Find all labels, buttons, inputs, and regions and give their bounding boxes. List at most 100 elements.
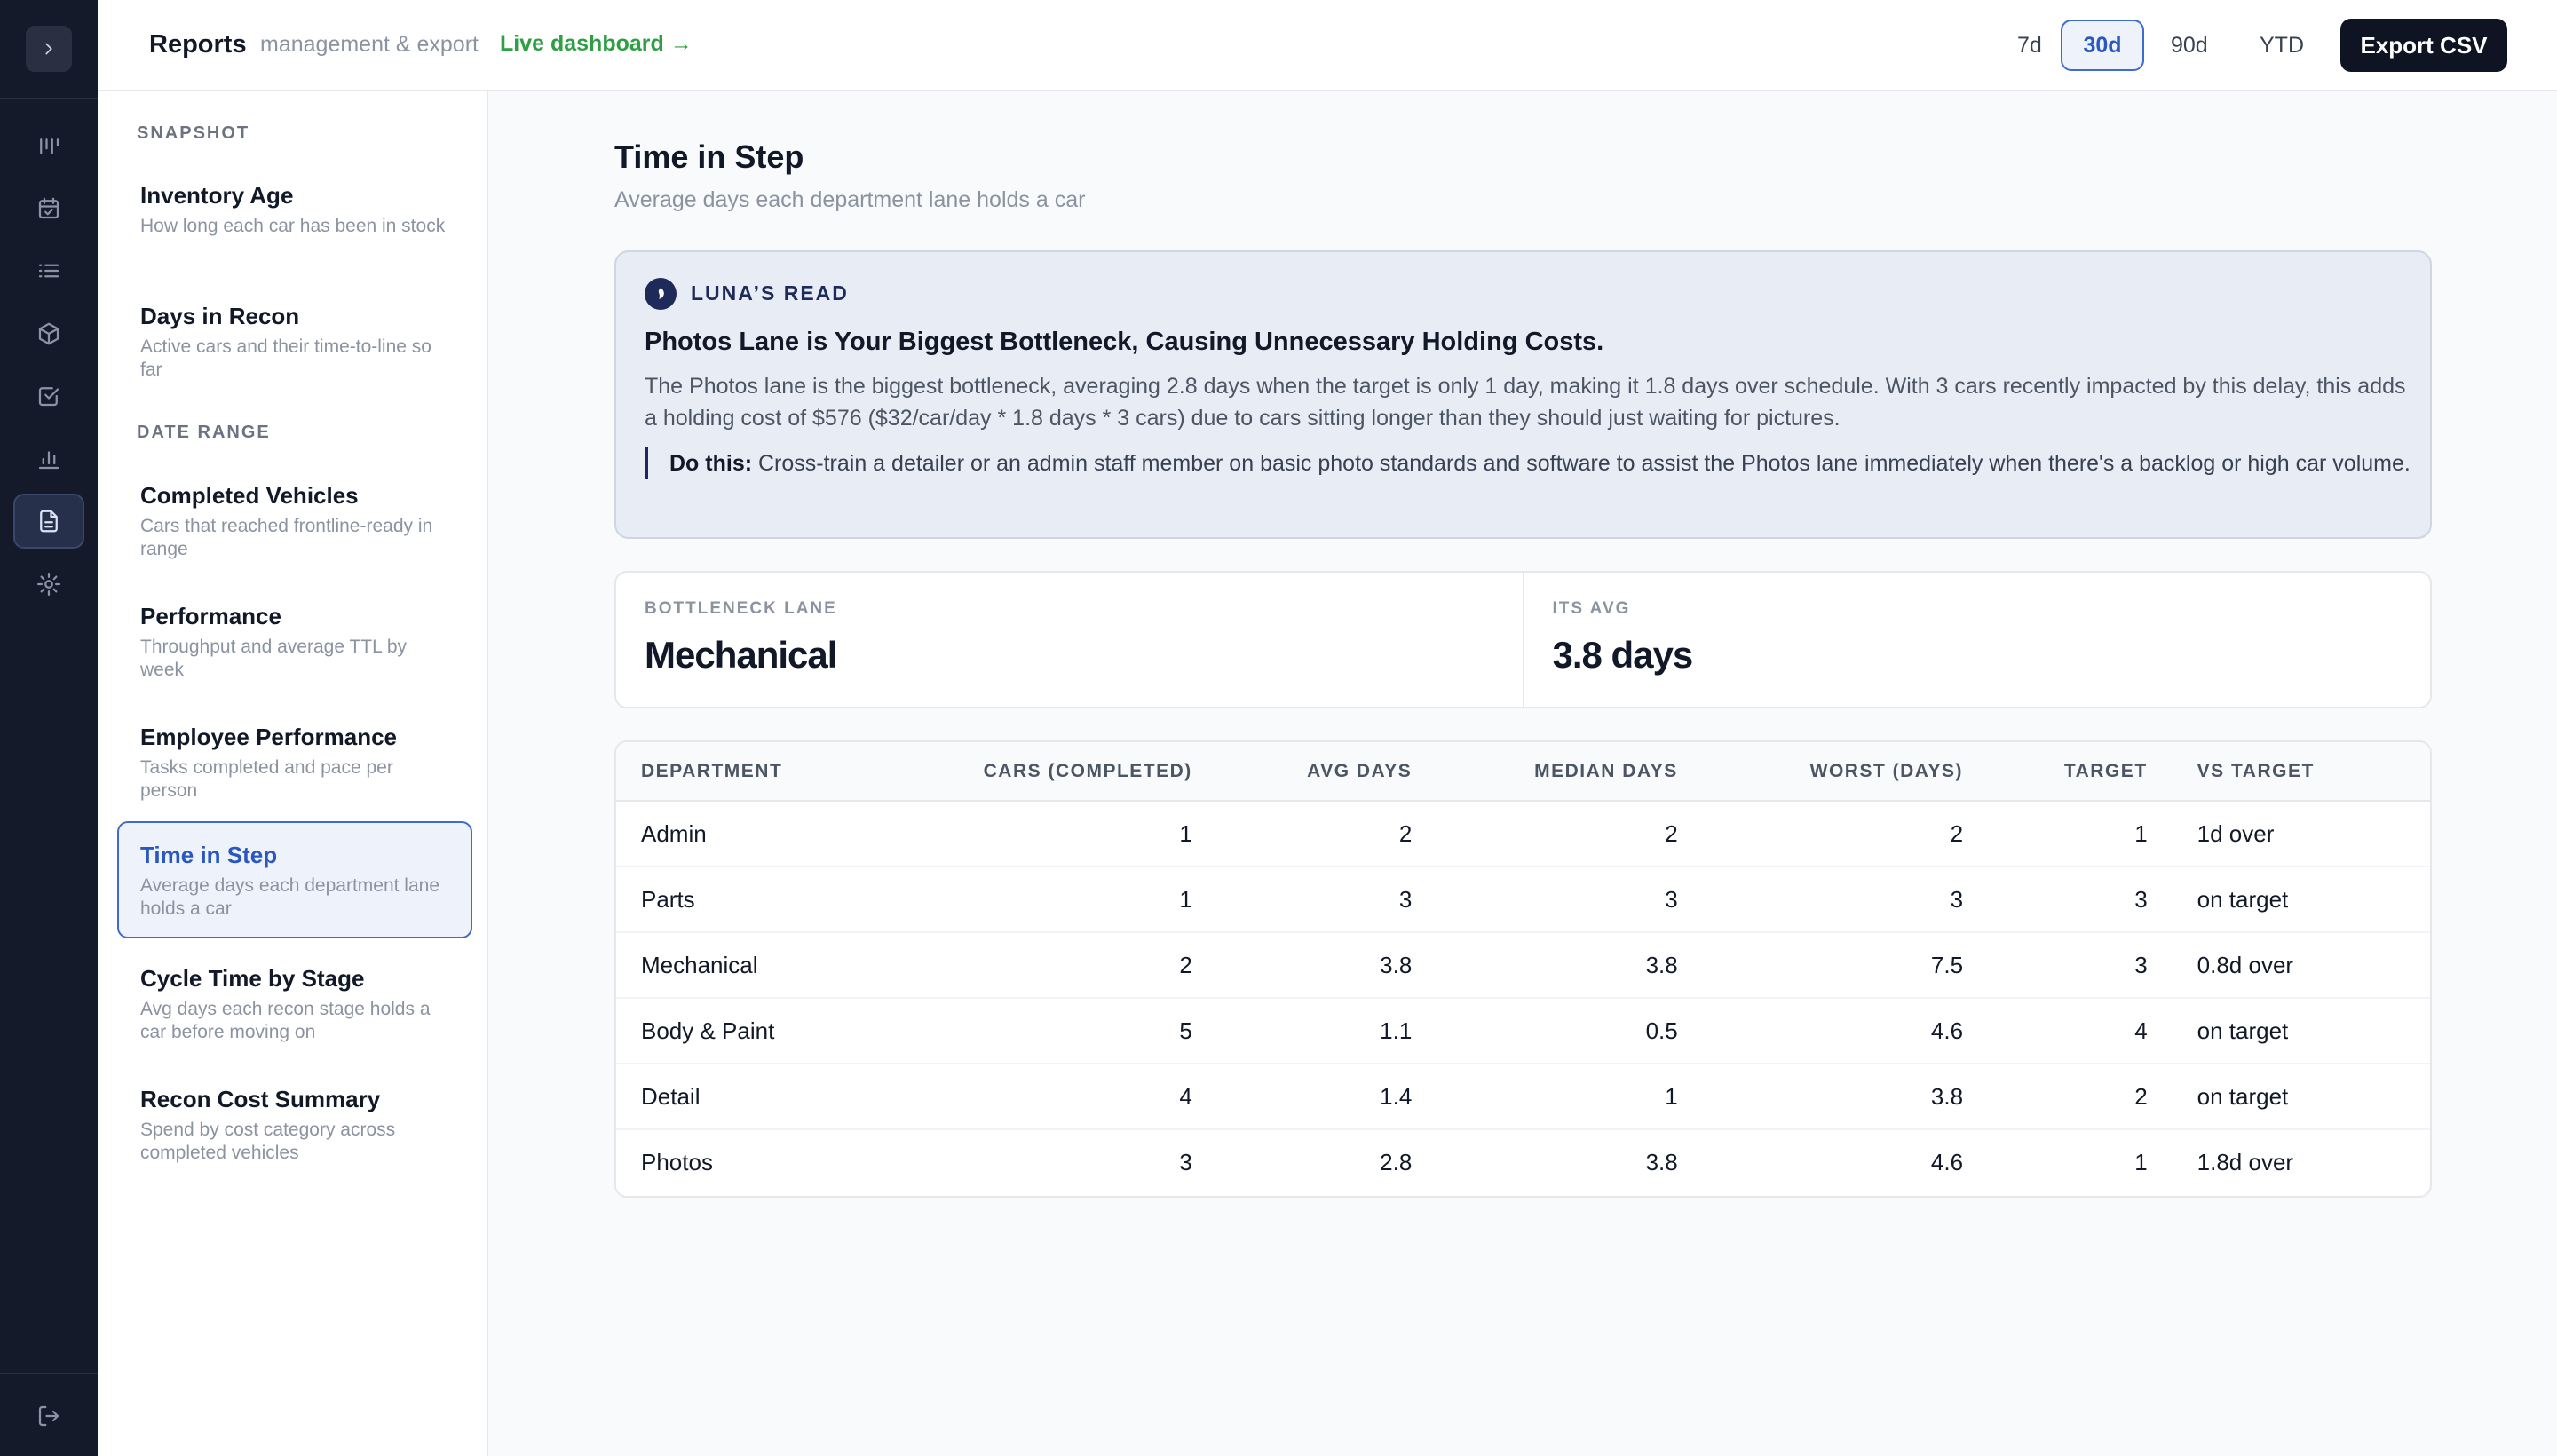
cell-worst-days: 4.6 [1930,1149,1964,1175]
rail-inventory-button[interactable] [13,306,84,361]
column-header[interactable]: VS TARGET [2172,742,2430,802]
report-item-desc: Average days each department lane holds … [140,875,440,919]
export-csv-button[interactable]: Export CSV [2340,19,2507,72]
range-30d-button[interactable]: 30d [2061,20,2144,71]
report-item-title: Employee Performance [140,724,398,750]
table-row: Mechanical 2 3.8 3.8 7.5 3 0.8d over [616,932,2430,999]
column-header[interactable]: MEDIAN DAYS [1437,742,1703,802]
table-row: Detail 4 1.4 1 3.8 2 on target [616,1064,2430,1130]
report-item-desc: Active cars and their time-to-line so fa… [140,336,431,380]
column-header[interactable]: DEPARTMENT [616,742,874,802]
report-item-title: Days in Recon [140,303,300,329]
insight-recommendation: Do this: Cross-train a detailer or an ad… [645,447,2411,479]
metric-value: 3.8 days [1552,634,1694,676]
column-header[interactable]: CARS (COMPLETED) [873,742,1217,802]
report-item-cycle-time-by-stage[interactable]: Cycle Time by Stage Avg days each recon … [117,945,472,1062]
cell-avg-days: 2.8 [1380,1149,1413,1175]
section-label-date-range: DATE RANGE [137,423,271,442]
cell-worst-days: 4.6 [1702,998,1989,1064]
cell-cars: 2 [873,932,1217,999]
rail-calendar-button[interactable] [13,181,84,236]
cell-worst-days: 2 [1702,801,1989,867]
rail-analytics-button[interactable] [13,431,84,487]
report-item-title: Cycle Time by Stage [140,965,365,992]
rail-reports-button[interactable] [13,494,84,549]
checkbox-icon [38,387,59,407]
cell-median-days: 1 [1437,1064,1703,1130]
cell-department: Detail [616,1064,874,1130]
report-item-performance[interactable]: Performance Throughput and average TTL b… [117,582,472,700]
report-item-completed-vehicles[interactable]: Completed Vehicles Cars that reached fro… [117,462,472,579]
cell-department: Parts [616,866,874,933]
top-bar: Reports management & export Live dashboa… [98,0,2557,91]
cell-avg-days: 3.8 [1216,932,1437,999]
report-item-recon-cost-summary[interactable]: Recon Cost Summary Spend by cost categor… [117,1065,472,1183]
ai-assistant-icon [645,278,677,310]
report-item-desc: Tasks completed and pace per person [140,757,393,801]
column-header[interactable]: WORST (DAYS) [1702,742,1989,802]
cell-cars: 5 [873,998,1217,1064]
column-header[interactable]: AVG DAYS [1216,742,1437,802]
report-item-desc: Throughput and average TTL by week [140,637,408,680]
range-90d-button[interactable]: 90d [2149,20,2229,71]
list-icon [38,264,59,278]
rail-settings-button[interactable] [13,557,84,612]
cell-target: 3 [1988,932,2173,999]
rail-list-button[interactable] [13,243,84,298]
cell-worst-days: 3 [1702,866,1989,933]
range-7d-button[interactable]: 7d [1996,20,2063,71]
metric-bottleneck-lane: BOTTLENECK LANE Mechanical [616,573,1523,707]
expand-sidebar-button[interactable] [26,26,72,72]
report-item-title: Recon Cost Summary [140,1086,381,1112]
cell-department: Mechanical [616,932,874,999]
report-item-title: Time in Step [140,842,278,868]
table-row: Admin 1 2 2 2 1 1d over [616,801,2430,867]
cell-target: 1 [1988,801,2173,867]
cell-median-days: 3.8 [1645,1149,1678,1175]
cell-target: 3 [1988,866,2173,933]
cell-avg-days: 1.4 [1216,1064,1437,1130]
insight-label: LUNA’S READ [691,281,849,305]
report-item-title: Completed Vehicles [140,482,359,509]
cell-cars: 3 [1179,1149,1192,1175]
document-icon [40,510,58,533]
recommendation-label: Do this: [669,451,753,476]
report-item-title: Performance [140,603,281,629]
cell-median-days: 2 [1437,801,1703,867]
report-item-desc: Spend by cost category across completed … [140,1120,396,1163]
cell-vs-target: on target [2172,866,2430,933]
table-row: Photos 3 2.8 3.8 4.6 1 1.8d over [616,1129,2430,1195]
cell-worst-days: 3.8 [1702,1064,1989,1130]
calendar-icon [38,197,59,219]
gear-icon [37,573,60,596]
metric-value: Mechanical [645,634,837,676]
report-item-desc: Avg days each recon stage holds a car be… [140,999,431,1042]
cell-cars: 4 [873,1064,1217,1130]
insight-headline: Photos Lane is Your Biggest Bottleneck, … [645,328,1604,356]
cell-avg-days: 3 [1216,866,1437,933]
recommendation-text: Cross-train a detailer or an admin staff… [758,451,2411,476]
report-item-employee-performance[interactable]: Employee Performance Tasks completed and… [117,703,472,820]
column-header[interactable]: TARGET [1988,742,2173,802]
report-item-inventory-age[interactable]: Inventory Age How long each car has been… [117,162,472,279]
logout-button[interactable] [13,1389,84,1444]
live-dashboard-link[interactable]: Live dashboard → [500,31,693,57]
cell-vs-target: 1d over [2172,801,2430,867]
table-header-row: DEPARTMENT CARS (COMPLETED) AVG DAYS MED… [616,742,2430,802]
bar-chart-icon [38,451,59,470]
section-label-snapshot: SNAPSHOT [137,123,250,143]
cell-department: Photos [641,1149,713,1175]
report-list-sidebar: SNAPSHOT Inventory Age How long each car… [98,91,488,1456]
report-item-time-in-step[interactable]: Time in Step Average days each departmen… [117,821,472,938]
range-ytd-button[interactable]: YTD [2238,20,2325,71]
rail-tasks-button[interactable] [13,368,84,423]
report-subtitle: Average days each department lane holds … [614,187,1086,212]
report-item-days-in-recon[interactable]: Days in Recon Active cars and their time… [117,282,472,400]
report-item-desc: How long each car has been in stock [140,216,446,236]
report-item-desc: Cars that reached frontline-ready in ran… [140,516,433,559]
rail-divider [0,1373,98,1374]
cell-worst-days: 7.5 [1702,932,1989,999]
cell-vs-target: 1.8d over [2197,1149,2294,1175]
table-row: Body & Paint 5 1.1 0.5 4.6 4 on target [616,998,2430,1064]
rail-board-button[interactable] [13,120,84,175]
